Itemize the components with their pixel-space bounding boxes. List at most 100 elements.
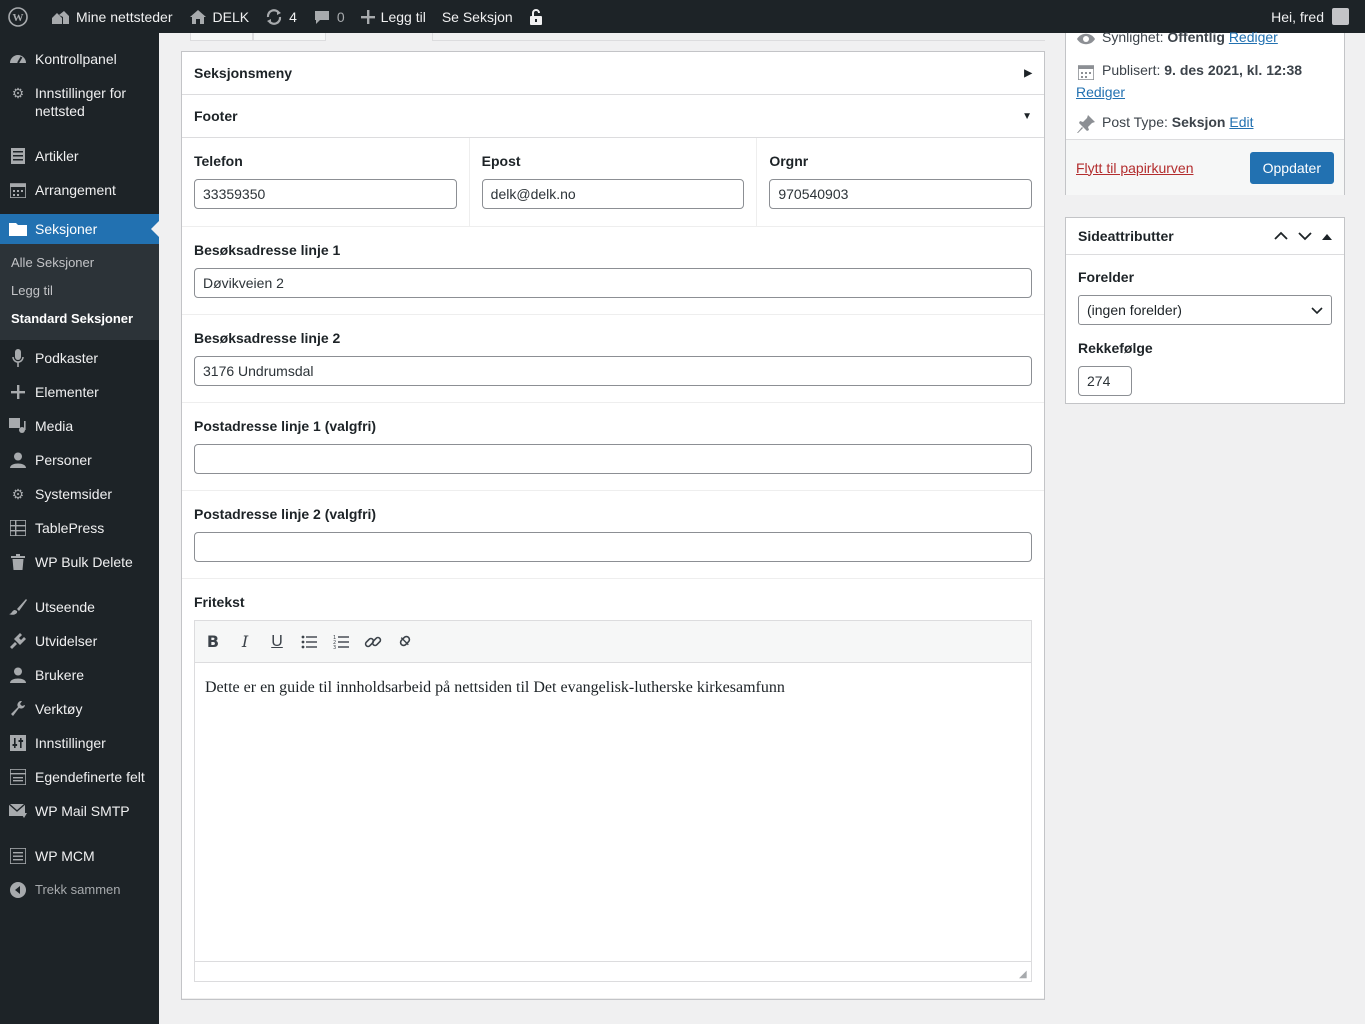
main-content: Seksjonsmeny ▶ Footer ▼ Telefon 33359350… (181, 33, 1045, 1000)
trash-icon (8, 552, 28, 572)
comments-count: 0 (336, 8, 345, 25)
sidebar-item-innstillinger[interactable]: Innstillinger (0, 733, 159, 767)
visibility-value: Offentlig (1167, 29, 1225, 45)
epost-input[interactable]: delk@delk.no (481, 179, 745, 209)
move-down-button[interactable] (1298, 228, 1312, 244)
eye-icon (1076, 29, 1096, 49)
sidebar-label: Trekk sammen (35, 882, 121, 897)
publish-box: Synlighet: Offentlig Rediger Publisert: … (1065, 29, 1345, 195)
order-input[interactable]: 274 (1078, 366, 1132, 396)
sidebar-item-media[interactable]: Media (0, 416, 159, 450)
site-name-label: DELK (212, 8, 250, 25)
view-section-label: Se Seksjon (441, 8, 513, 25)
submenu-item-standard-seksjoner[interactable]: Standard Seksjoner (0, 305, 159, 333)
sidebar-item-elementer[interactable]: Elementer (0, 382, 159, 416)
bullet-list-button[interactable] (299, 632, 319, 652)
sidebar-item-wp-mcm[interactable]: WP MCM (0, 846, 159, 880)
wordpress-logo-button[interactable]: W (0, 0, 42, 33)
sidebar-item-kontrollpanel[interactable]: Kontrollpanel (0, 49, 159, 83)
sidebar-label: TablePress (35, 520, 105, 536)
link-icon (364, 636, 382, 647)
link-button[interactable] (363, 632, 383, 652)
besok1-input[interactable]: Døvikveien 2 (194, 268, 1032, 298)
tab-strip (181, 33, 1045, 41)
submenu-item-legg-til[interactable]: Legg til (0, 277, 159, 305)
sidebar-item-egendefinerte-felt[interactable]: Egendefinerte felt (0, 767, 159, 801)
sidebar-item-seksjoner[interactable]: Seksjoner (0, 214, 159, 244)
move-up-button[interactable] (1274, 228, 1288, 244)
sidebar-item-wp-bulk-delete[interactable]: WP Bulk Delete (0, 552, 159, 597)
toggle-panel-button[interactable] (1322, 228, 1332, 244)
post2-input[interactable] (194, 532, 1032, 562)
italic-button[interactable]: I (235, 632, 255, 652)
underline-button[interactable]: U (267, 632, 287, 652)
collapse-icon (8, 880, 28, 900)
sidebar-label: WP Mail SMTP (35, 803, 130, 819)
move-to-trash-link[interactable]: Flytt til papirkurven (1076, 160, 1193, 176)
sidebar-item-utseende[interactable]: Utseende (0, 597, 159, 631)
view-section-link[interactable]: Se Seksjon (434, 0, 521, 33)
parent-select-value: (ingen forelder) (1087, 302, 1182, 318)
site-name-menu[interactable]: DELK (181, 0, 258, 33)
sidebar-label: Innstillinger (35, 735, 106, 751)
caret-down-icon: ▼ (1022, 110, 1032, 122)
besok2-input[interactable]: 3176 Undrumsdal (194, 356, 1032, 386)
published-edit-link[interactable]: Rediger (1076, 84, 1125, 100)
sidebar-item-artikler[interactable]: Artikler (0, 146, 159, 180)
section-menu-accordion[interactable]: Seksjonsmeny ▶ (182, 52, 1044, 95)
sidebar-label: Kontrollpanel (35, 51, 117, 67)
gear-icon: ⚙ (11, 485, 25, 502)
publish-actions: Flytt til papirkurven Oppdater (1066, 139, 1344, 195)
published-value: 9. des 2021, kl. 12:38 (1164, 62, 1303, 78)
footer-accordion[interactable]: Footer ▼ (182, 95, 1044, 138)
comment-icon (313, 9, 331, 25)
parent-select[interactable]: (ingen forelder) (1078, 295, 1332, 325)
sidebar-item-brukere[interactable]: Brukere (0, 665, 159, 699)
sidebar-item-utvidelser[interactable]: Utvidelser (0, 631, 159, 665)
gear-icon: ⚙ (11, 84, 25, 101)
resize-handle-icon[interactable]: ◢ (1019, 969, 1029, 980)
visibility-edit-link[interactable]: Rediger (1229, 29, 1278, 45)
published-label: Publisert: (1102, 62, 1161, 78)
wysiwyg-editor[interactable]: Dette er en guide til innholdsarbeid på … (194, 662, 1032, 982)
post1-input[interactable] (194, 444, 1032, 474)
tab-2[interactable] (253, 33, 326, 41)
account-menu[interactable]: Hei, fred (1271, 8, 1365, 25)
add-new-menu[interactable]: Legg til (353, 0, 434, 33)
sidebar-item-systemsider[interactable]: ⚙ Systemsider (0, 484, 159, 518)
bold-button[interactable]: B (203, 632, 223, 652)
submenu-item-alle-seksjoner[interactable]: Alle Seksjoner (0, 249, 159, 277)
caret-right-icon: ▶ (1024, 67, 1032, 79)
sidebar-collapse-button[interactable]: Trekk sammen (0, 880, 159, 914)
sidebar-label: Egendefinerte felt (35, 769, 145, 785)
sidebar-label: WP Bulk Delete (35, 554, 133, 570)
update-button[interactable]: Oppdater (1249, 151, 1334, 184)
sidebar-item-tablepress[interactable]: TablePress (0, 518, 159, 552)
my-sites-menu[interactable]: Mine nettsteder (42, 0, 181, 33)
comments-menu[interactable]: 0 (305, 0, 353, 33)
sidebar-item-wp-mail-smtp[interactable]: WP Mail SMTP (0, 801, 159, 846)
updates-count: 4 (289, 8, 297, 25)
post-type-edit-link[interactable]: Edit (1229, 114, 1253, 130)
footer-title: Footer (194, 108, 238, 124)
sidebar-item-verktoy[interactable]: Verktøy (0, 699, 159, 733)
unlink-button[interactable] (395, 632, 415, 652)
sidebar-item-innstillinger-nettsted[interactable]: ⚙ Innstillinger for nettsted (0, 83, 159, 146)
tab-1[interactable] (190, 33, 253, 41)
sidebar-label: Utseende (35, 599, 95, 615)
svg-text:3: 3 (333, 645, 336, 649)
orgnr-input[interactable]: 970540903 (769, 179, 1033, 209)
editor-content[interactable]: Dette er en guide til innholdsarbeid på … (195, 663, 1031, 713)
home-icon (189, 9, 207, 25)
sidebar-label: Podkaster (35, 350, 99, 366)
sidebar-item-personer[interactable]: Personer (0, 450, 159, 484)
settings-icon (8, 733, 28, 753)
lock-button[interactable] (521, 0, 551, 33)
updates-menu[interactable]: 4 (257, 0, 305, 33)
telefon-input[interactable]: 33359350 (194, 179, 457, 209)
sidebar-item-arrangement[interactable]: Arrangement (0, 180, 159, 214)
admin-sidebar: Kontrollpanel ⚙ Innstillinger for nettst… (0, 33, 159, 1024)
media-icon (8, 416, 28, 436)
sidebar-item-podkaster[interactable]: Podkaster (0, 348, 159, 382)
numbered-list-button[interactable]: 123 (331, 632, 351, 652)
